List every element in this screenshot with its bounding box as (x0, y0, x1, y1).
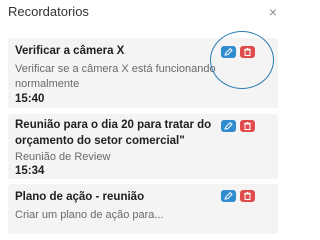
edit-button[interactable] (221, 120, 236, 132)
pencil-icon (224, 122, 233, 130)
reminder-description: Verificar se a câmera X está funcionando (15, 63, 216, 75)
trash-icon (244, 122, 251, 130)
reminder-title: orçamento do setor comercial" (15, 135, 185, 147)
trash-icon (244, 192, 251, 200)
panel-title: Recordatorios (8, 4, 89, 19)
edit-button[interactable] (221, 46, 236, 58)
reminder-card[interactable]: Plano de ação - reunião Criar um plano d… (8, 184, 278, 234)
reminder-description: Criar um plano de ação para... (15, 209, 164, 221)
reminder-time: 15:34 (15, 165, 45, 177)
delete-button[interactable] (240, 120, 255, 132)
pencil-icon (224, 48, 233, 56)
delete-button[interactable] (240, 46, 255, 58)
reminder-title: Reunião para o dia 20 para tratar do (15, 119, 212, 131)
reminder-card[interactable]: Verificar a câmera X Verificar se a câme… (8, 38, 278, 108)
edit-button[interactable] (221, 190, 236, 202)
reminder-description: Reunião de Review (15, 151, 111, 163)
delete-button[interactable] (240, 190, 255, 202)
panel-header: Recordatorios × (6, 4, 286, 24)
trash-icon (244, 48, 251, 56)
reminder-description: normalmente (15, 78, 80, 90)
reminder-title: Plano de ação - reunião (15, 191, 145, 203)
pencil-icon (224, 192, 233, 200)
reminder-card[interactable]: Reunião para o dia 20 para tratar do orç… (8, 114, 278, 179)
reminders-panel: Recordatorios × Verificar a câmera X Ver… (0, 0, 289, 234)
reminder-time: 15:40 (15, 93, 45, 105)
close-icon[interactable]: × (266, 5, 280, 19)
reminder-title: Verificar a câmera X (15, 45, 125, 57)
